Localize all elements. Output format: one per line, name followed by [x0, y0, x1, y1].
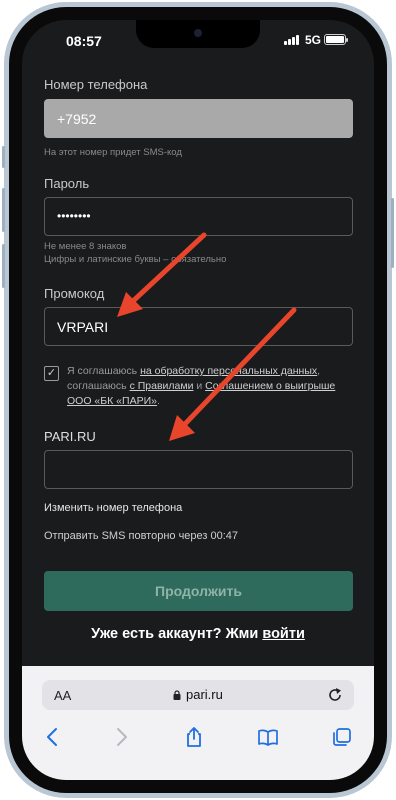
share-icon[interactable]	[183, 726, 205, 748]
back-icon[interactable]	[42, 726, 64, 748]
annotation-arrows	[117, 232, 297, 441]
login-link[interactable]: войти	[262, 626, 305, 642]
arrow-to-sms-field-icon	[169, 307, 297, 441]
browser-toolbar: AA pari.ru	[22, 666, 374, 780]
reload-icon[interactable]	[326, 686, 344, 704]
phone-screen: 08:57 5G Номер телефона +7952 На этот но…	[22, 20, 374, 780]
volume-up-button	[2, 188, 5, 232]
address-bar[interactable]: AA pari.ru	[42, 680, 354, 710]
power-button	[391, 198, 394, 268]
mute-switch	[2, 146, 5, 168]
login-prompt: Уже есть аккаунт? Жми войти	[91, 626, 305, 642]
continue-button[interactable]: Продолжить	[44, 571, 353, 611]
forward-icon[interactable]	[110, 726, 132, 748]
reader-aa-button[interactable]: AA	[54, 688, 71, 703]
arrow-to-promo-icon	[117, 232, 207, 317]
bookmarks-icon[interactable]	[257, 726, 279, 748]
tabs-icon[interactable]	[331, 726, 353, 748]
resend-sms-timer: Отправить SMS повторно через 00:47	[44, 530, 239, 542]
url-text: pari.ru	[186, 687, 223, 702]
lock-icon	[173, 690, 181, 700]
volume-down-button	[2, 244, 5, 288]
